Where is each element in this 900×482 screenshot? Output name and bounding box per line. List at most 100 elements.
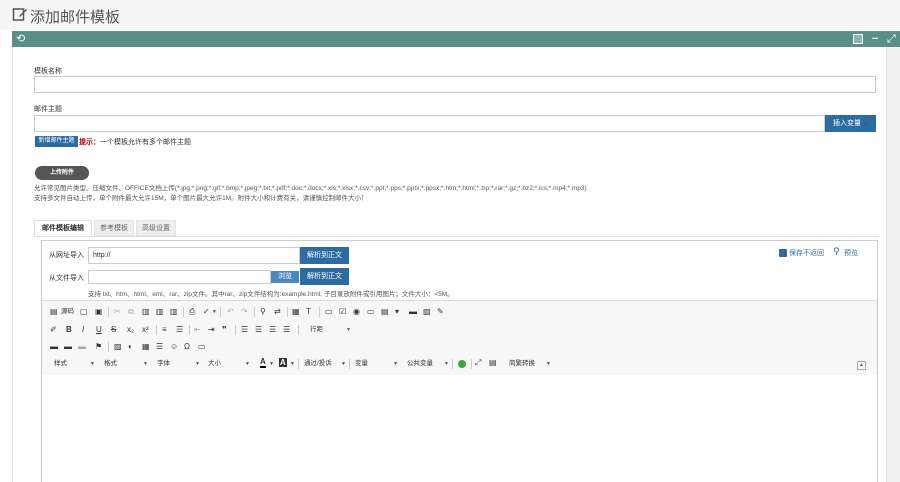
strikethrough-icon[interactable]: S (111, 325, 116, 335)
maximize-icon[interactable]: ⤢ (475, 358, 481, 368)
underline-icon[interactable]: U (96, 325, 102, 335)
format-painter-icon[interactable]: ✐ (50, 325, 57, 335)
paste-icon[interactable]: ▥ (142, 307, 150, 317)
flag-icon[interactable]: ⚑ (95, 342, 102, 352)
align-justify-icon[interactable]: ☰ (283, 325, 290, 335)
font-caret-icon[interactable]: ▼ (195, 361, 200, 367)
subscript-icon[interactable]: x₂ (127, 325, 134, 335)
table-icon[interactable]: ▦ (142, 342, 150, 352)
format-caret-icon[interactable]: ▼ (143, 361, 148, 367)
undo-icon[interactable]: ↶ (227, 307, 234, 317)
line-height-caret-icon[interactable]: ▼ (346, 327, 351, 333)
text-color-caret-icon[interactable]: ▼ (269, 361, 274, 367)
spellcheck-icon[interactable]: ✓ (203, 307, 210, 317)
align-center-icon[interactable]: ☰ (255, 325, 262, 335)
variable-caret-icon[interactable]: ▼ (393, 361, 398, 367)
template-name-input[interactable] (34, 76, 876, 93)
hidden-field-icon[interactable]: ✎ (437, 307, 444, 317)
checkbox-icon[interactable]: ☑ (339, 307, 346, 317)
insert-variable-button[interactable]: 插入变量 ▼ (825, 115, 876, 132)
browse-button[interactable]: 浏览 (271, 271, 299, 283)
textfield-icon[interactable]: ▭ (367, 307, 375, 317)
button-field-icon[interactable]: ▬ (409, 307, 417, 317)
paste-text-icon[interactable]: ▥ (156, 307, 164, 317)
copy-icon[interactable]: ⧉ (128, 307, 134, 317)
ordered-list-icon[interactable]: ≡ (162, 325, 167, 335)
style-caret-icon[interactable]: ▼ (90, 361, 95, 367)
subject-input[interactable] (34, 115, 825, 132)
convert-caret-icon[interactable]: ▼ (546, 361, 551, 367)
window-box-icon[interactable] (853, 34, 863, 44)
editor-content-area[interactable] (42, 375, 877, 482)
cut-icon[interactable]: ✂ (114, 307, 121, 317)
print-icon[interactable]: ⎙ (189, 307, 195, 317)
find-icon[interactable]: ⚲ (260, 307, 266, 317)
bold-icon[interactable]: B (66, 325, 72, 335)
green-circle-icon[interactable] (458, 360, 466, 368)
link-icon[interactable]: ▬ (50, 342, 58, 352)
format-dropdown[interactable]: 格式 (104, 359, 117, 369)
superscript-icon[interactable]: x² (142, 325, 149, 335)
blockquote-icon[interactable]: ❞ (222, 325, 227, 335)
flash-icon[interactable]: ◐ (128, 342, 133, 352)
show-blocks-icon[interactable]: ▤ (489, 358, 497, 368)
public-variable-caret-icon[interactable]: ▼ (444, 361, 449, 367)
expand-icon[interactable]: ⤢ (887, 33, 896, 45)
image-button-icon[interactable]: ▨ (423, 307, 431, 317)
tab-advanced-settings[interactable]: 高级设置 (136, 220, 176, 236)
form-icon[interactable]: ▭ (325, 307, 333, 317)
new-page-icon[interactable]: ▢ (80, 307, 88, 317)
unlink-icon[interactable]: ▬ (64, 342, 72, 352)
smiley-icon[interactable]: ☺ (170, 342, 178, 352)
file-import-input[interactable] (88, 270, 271, 284)
collapse-toolbar-icon[interactable]: ▲ (857, 361, 866, 370)
special-char-icon[interactable]: Ω (184, 342, 190, 352)
remove-format-icon[interactable]: T (306, 307, 311, 317)
textarea-icon[interactable]: ▤ (381, 307, 389, 317)
variable-dropdown[interactable]: 变量 (355, 359, 368, 369)
size-caret-icon[interactable]: ▼ (245, 361, 250, 367)
minimize-icon[interactable]: − (872, 33, 878, 45)
select-field-icon[interactable]: ▾ (395, 307, 399, 317)
horizontal-rule-icon[interactable]: ☰ (156, 342, 163, 352)
complaint-dropdown[interactable]: 通过/投诉 (304, 359, 332, 369)
parse-url-button[interactable]: 解析到正文 (300, 247, 349, 264)
source-icon[interactable]: ▤ (50, 307, 58, 317)
style-dropdown[interactable]: 样式 (54, 359, 67, 369)
font-dropdown[interactable]: 字体 (157, 359, 170, 369)
redo-icon[interactable]: ↷ (241, 307, 248, 317)
url-import-input[interactable]: http:// (88, 247, 300, 264)
size-dropdown[interactable]: 大小 (208, 359, 221, 369)
anchor-link-icon[interactable]: ▬ (78, 342, 86, 352)
parse-file-button[interactable]: 解析到正文 (300, 268, 349, 285)
public-variable-dropdown[interactable]: 公共变量 (407, 359, 433, 369)
indent-icon[interactable]: ⇥ (208, 325, 215, 335)
page-scrollbar[interactable] (886, 47, 900, 482)
simplified-traditional-dropdown[interactable]: 简繁转换 (509, 359, 535, 369)
source-label[interactable]: 源码 (61, 307, 74, 317)
radio-icon[interactable]: ◉ (353, 307, 360, 317)
refresh-icon[interactable]: ⟲ (16, 33, 25, 45)
paste-word-icon[interactable]: ▥ (170, 307, 178, 317)
line-height-dropdown[interactable]: 行距 (310, 325, 323, 335)
preview-link[interactable]: 预览 (844, 248, 858, 258)
add-subject-button[interactable]: 新增邮件主题 (35, 136, 78, 147)
tab-reference-template[interactable]: 参考模板 (94, 220, 134, 236)
bg-color-icon[interactable]: A (279, 358, 287, 367)
bullet-list-icon[interactable]: ☰ (176, 325, 183, 335)
image-icon[interactable]: ▨ (114, 342, 122, 352)
iframe-icon[interactable]: ▭ (198, 342, 206, 352)
text-color-icon[interactable]: A (260, 358, 266, 368)
bg-color-caret-icon[interactable]: ▼ (290, 361, 295, 367)
align-left-icon[interactable]: ☰ (241, 325, 248, 335)
tab-template-edit[interactable]: 邮件模板编辑 (34, 220, 92, 236)
upload-attachment-button[interactable]: 上传附件 (35, 166, 89, 180)
complaint-caret-icon[interactable]: ▼ (341, 361, 346, 367)
preview-doc-icon[interactable]: ▣ (95, 307, 103, 317)
italic-icon[interactable]: I (82, 325, 84, 335)
align-right-icon[interactable]: ☰ (269, 325, 276, 335)
replace-icon[interactable]: ⇄ (274, 307, 281, 317)
save-no-return-link[interactable]: 保存不返回 (789, 248, 824, 258)
outdent-icon[interactable]: ⇤ (194, 325, 201, 335)
select-all-icon[interactable]: ▦ (292, 307, 300, 317)
